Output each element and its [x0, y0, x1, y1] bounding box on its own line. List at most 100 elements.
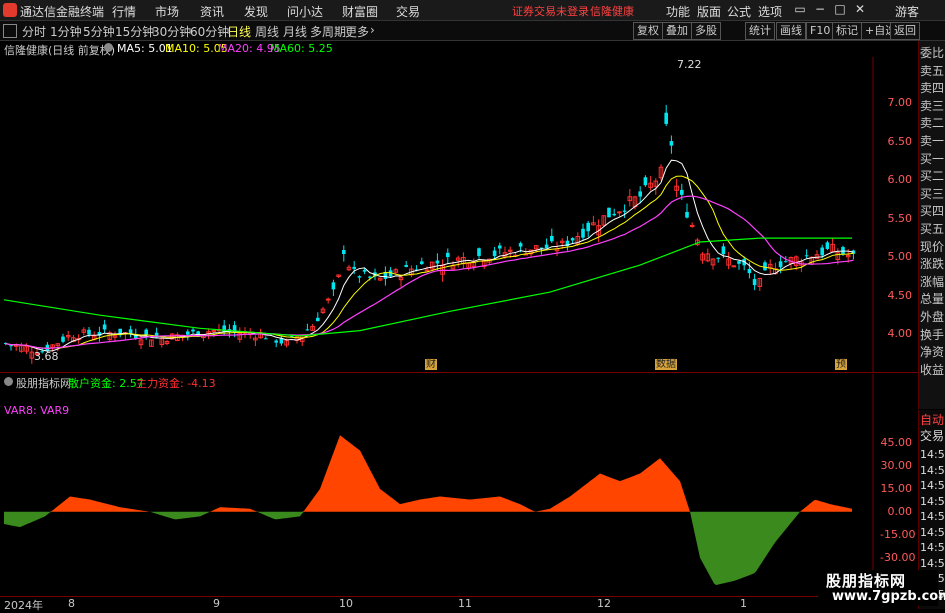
current-stock-name: 信隆健康: [590, 5, 634, 18]
event-data-icon[interactable]: 数据: [655, 359, 677, 370]
x-label-sep: 9: [213, 597, 220, 610]
menu-discover[interactable]: 发现: [244, 3, 268, 20]
candle-body: [607, 207, 611, 218]
candle-body: [763, 262, 767, 271]
period-monthly[interactable]: 月线: [283, 23, 307, 40]
side-time-0: 14:56: [920, 448, 945, 461]
price-tick-2: 6.00: [887, 173, 913, 187]
candle-body: [581, 228, 585, 238]
candle-body: [424, 269, 430, 272]
period-1min[interactable]: 1分钟: [50, 23, 82, 40]
side-item-5[interactable]: 卖一: [920, 133, 945, 150]
candle-body: [362, 269, 367, 272]
candle-body: [342, 250, 346, 254]
period-5min[interactable]: 5分钟: [83, 23, 115, 40]
pane-divider[interactable]: [0, 372, 918, 373]
period-daily[interactable]: 日线: [227, 23, 251, 40]
side-item-1[interactable]: 卖五: [920, 63, 945, 80]
period-more[interactable]: 更多: [345, 23, 369, 40]
candle-body: [612, 213, 616, 216]
draw-button[interactable]: 画线: [776, 22, 806, 40]
login-warning[interactable]: 证券交易未登录: [512, 3, 589, 19]
period-60min[interactable]: 60分钟: [190, 23, 229, 40]
menu-layout[interactable]: 版面: [697, 3, 721, 20]
overlay-button[interactable]: 叠加: [662, 22, 692, 40]
indicator-tick-5: -30.00: [880, 550, 916, 564]
menu-trade[interactable]: 交易: [396, 3, 420, 20]
window-icon[interactable]: ▭: [792, 1, 808, 17]
guest-label[interactable]: 游客: [895, 3, 919, 20]
side-time-7: 14:56: [920, 556, 945, 570]
more-chevron-icon[interactable]: ›: [370, 23, 375, 37]
event-finance-icon[interactable]: 财: [425, 359, 437, 370]
indicator-tick-2: 15.00: [880, 481, 913, 495]
side-item-2[interactable]: 卖四: [920, 80, 945, 97]
menu-quotes[interactable]: 行情: [112, 3, 136, 20]
adjust-button[interactable]: 复权: [633, 22, 663, 40]
side-item-16[interactable]: 换手: [920, 327, 945, 344]
candle-body: [680, 189, 684, 195]
mark-button[interactable]: 标记: [832, 22, 862, 40]
side-item-3[interactable]: 卖三: [920, 98, 945, 115]
f10-button[interactable]: F10: [806, 22, 835, 40]
side-item-0[interactable]: 委比: [920, 45, 945, 62]
candle-body: [752, 279, 757, 286]
candle-body: [61, 336, 65, 342]
menu-market[interactable]: 市场: [155, 3, 179, 20]
candle-body: [820, 247, 824, 256]
side-item-4[interactable]: 卖二: [920, 115, 945, 132]
kline-chart[interactable]: [0, 57, 917, 373]
menu-formula[interactable]: 公式: [727, 3, 751, 20]
settings-dot-icon[interactable]: [104, 43, 113, 52]
menu-ask[interactable]: 问小达: [287, 3, 323, 20]
menu-options[interactable]: 选项: [758, 3, 782, 20]
period-multi[interactable]: 多周期: [310, 23, 346, 40]
menu-function[interactable]: 功能: [666, 3, 690, 20]
menu-news[interactable]: 资讯: [200, 3, 224, 20]
chart-title: 信隆健康(日线 前复权): [4, 44, 116, 57]
side-time-4: 14:56: [920, 510, 945, 523]
menu-wealth[interactable]: 财富圈: [342, 3, 378, 20]
period-30min[interactable]: 30分钟: [152, 23, 191, 40]
side-item-8[interactable]: 买三: [920, 186, 945, 203]
side-tab-0[interactable]: 自动: [920, 412, 945, 429]
side-item-7[interactable]: 买二: [920, 168, 945, 185]
event-forecast-icon[interactable]: 预: [835, 359, 847, 370]
indicator-tick-0: 45.00: [880, 435, 913, 449]
multi-stock-button[interactable]: 多股: [691, 22, 721, 40]
candle-body: [544, 244, 549, 249]
price-tick-4: 5.00: [887, 250, 913, 264]
candle-body: [622, 210, 627, 212]
maximize-icon[interactable]: □: [832, 1, 848, 17]
close-icon[interactable]: ✕: [852, 1, 868, 17]
side-item-6[interactable]: 买一: [920, 151, 945, 168]
side-item-18[interactable]: 收益: [920, 362, 945, 379]
candle-body: [685, 211, 689, 218]
candle-body: [804, 255, 809, 257]
retail-fund-area: [4, 435, 852, 512]
candle-body: [492, 250, 497, 257]
fund-indicator-chart[interactable]: [0, 374, 917, 596]
side-item-13[interactable]: 涨幅: [920, 274, 945, 291]
side-item-9[interactable]: 买四: [920, 203, 945, 220]
candle-body: [420, 261, 424, 265]
candle-body: [784, 261, 788, 263]
ma-line-20: [5, 195, 854, 349]
side-item-12[interactable]: 涨跌: [920, 256, 945, 273]
side-item-15[interactable]: 外盘: [920, 309, 945, 326]
side-tab-1[interactable]: 交易: [920, 428, 945, 445]
candle-body: [477, 248, 481, 256]
collapse-icon[interactable]: [3, 24, 17, 38]
period-weekly[interactable]: 周线: [255, 23, 279, 40]
side-item-10[interactable]: 买五: [920, 221, 945, 238]
minimize-icon[interactable]: −: [812, 1, 828, 17]
period-15min[interactable]: 15分钟: [115, 23, 154, 40]
low-price-label: 3.68: [34, 350, 59, 363]
side-item-17[interactable]: 净资: [920, 344, 945, 361]
side-item-14[interactable]: 总量: [920, 291, 945, 308]
back-button[interactable]: 返回: [890, 22, 920, 40]
stats-button[interactable]: 统计: [745, 22, 775, 40]
period-intraday[interactable]: 分时: [22, 23, 46, 40]
side-item-11[interactable]: 现价: [920, 239, 945, 256]
candle-body: [721, 246, 726, 255]
